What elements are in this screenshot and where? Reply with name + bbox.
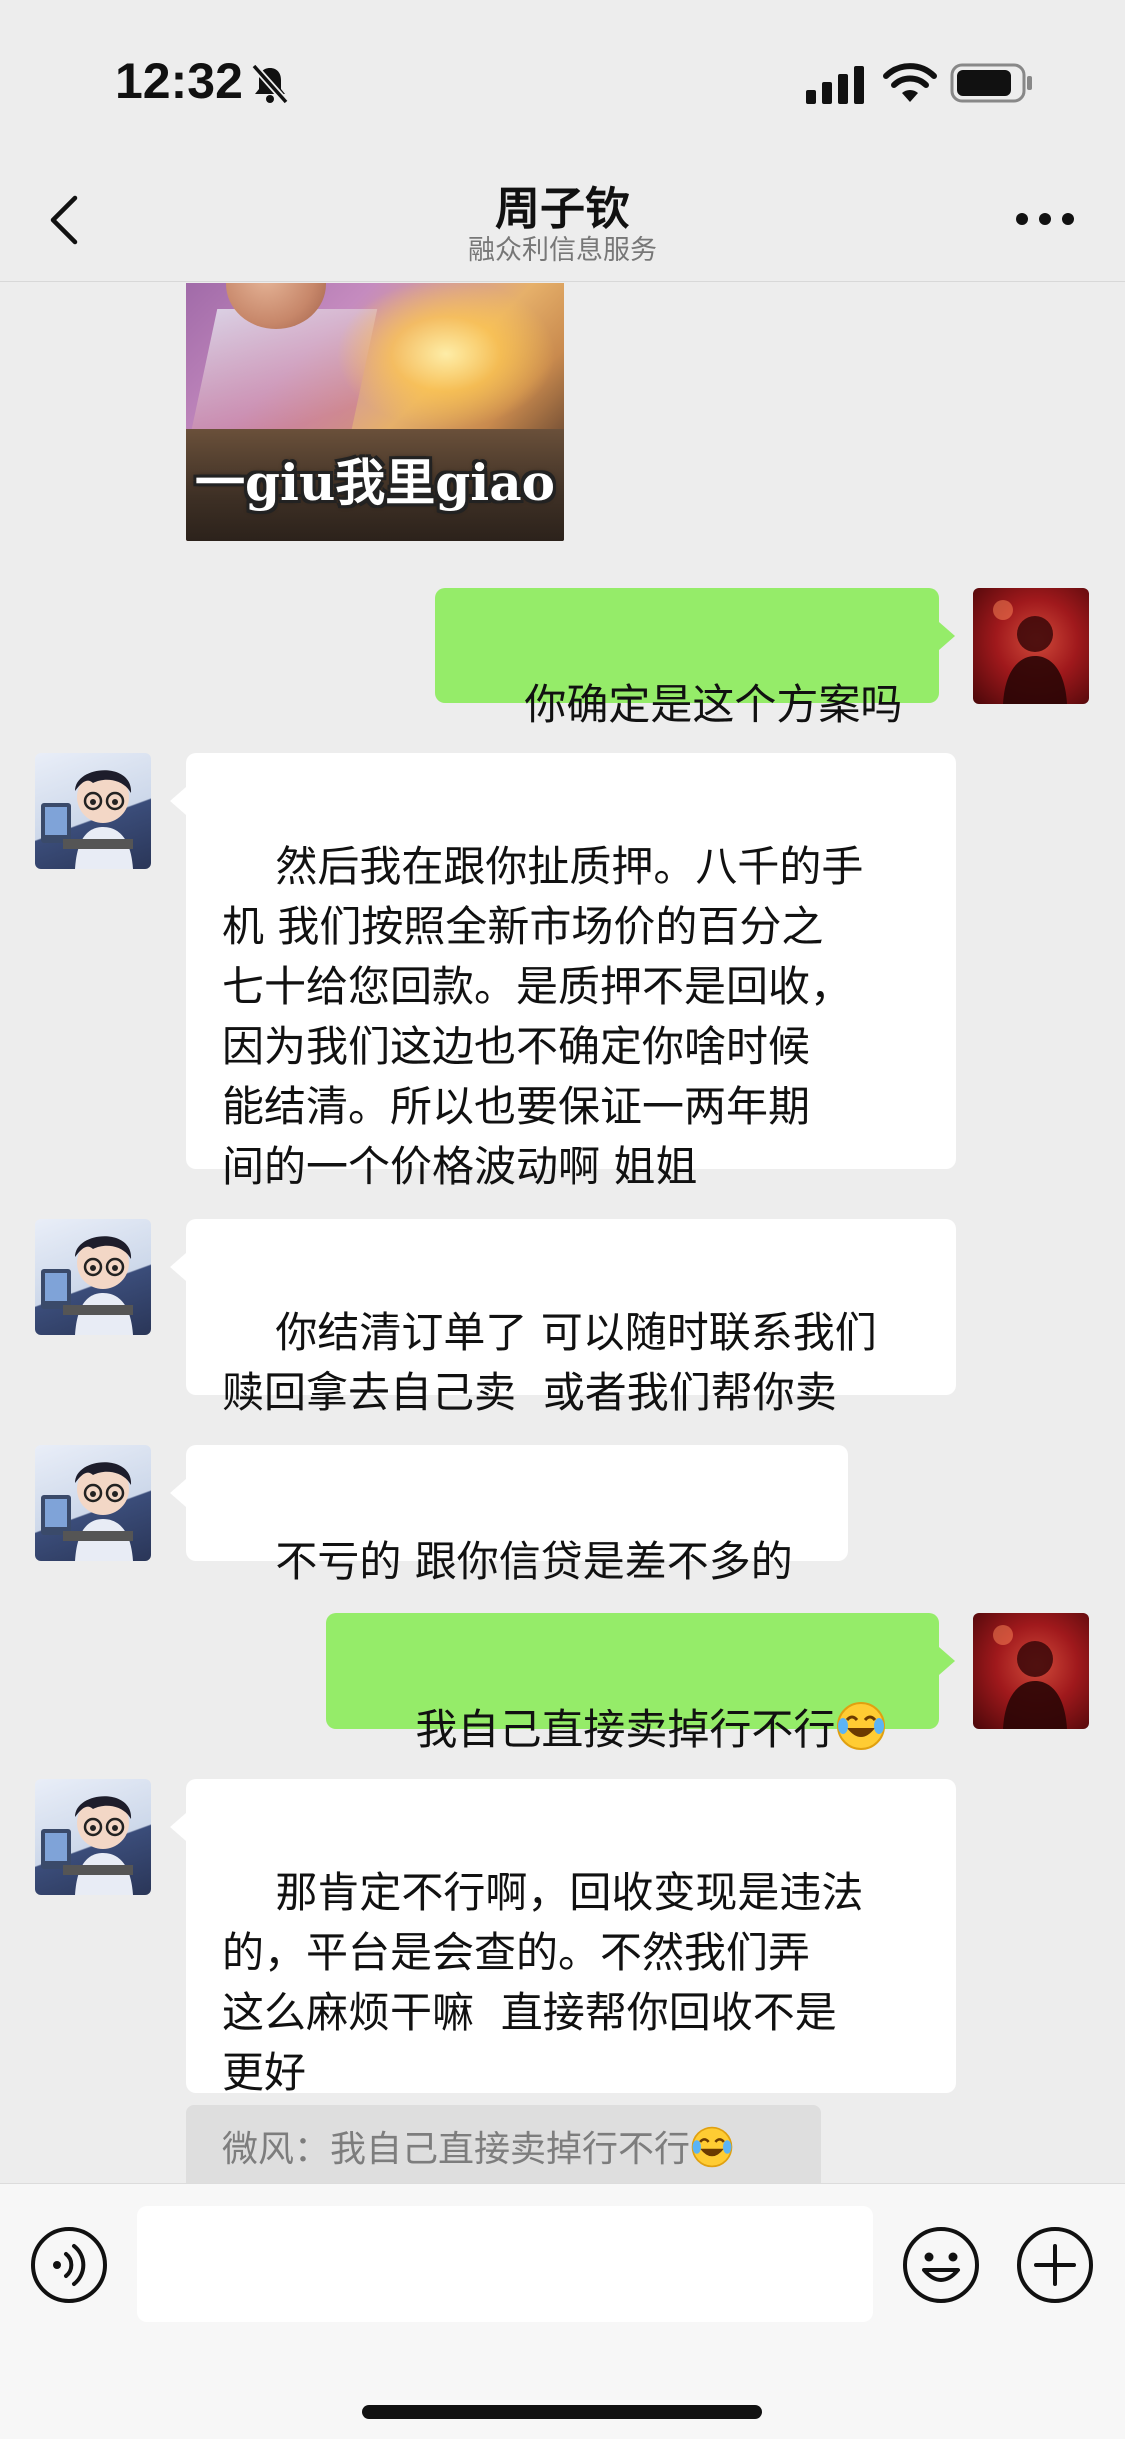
- message-bubble-incoming[interactable]: 那肯定不行啊，回收变现是违法 的，平台是会查的。不然我们弄 这么麻烦干嘛 直接帮…: [170, 1779, 956, 2097]
- avatar-contact[interactable]: [35, 1445, 151, 1561]
- avatar-me[interactable]: [973, 1613, 1089, 1729]
- avatar-contact[interactable]: [35, 1219, 151, 1335]
- user-photo-icon: [993, 600, 1067, 704]
- contact-cartoon-avatar-icon: [41, 1236, 133, 1335]
- sticker-caption: 一giu我里giao: [194, 453, 555, 512]
- user-photo-icon: [993, 1625, 1067, 1729]
- contact-cartoon-avatar-icon: [41, 1796, 133, 1895]
- message-text: 那肯定不行啊，回收变现是违法 的，平台是会查的。不然我们弄 这么麻烦干嘛 直接帮…: [222, 1868, 864, 2097]
- home-indicator[interactable]: [362, 2405, 762, 2419]
- avatar-contact[interactable]: [35, 753, 151, 869]
- avatar-me[interactable]: [973, 588, 1089, 704]
- cellular-signal-icon: [806, 66, 864, 104]
- chat-header: 周子钦 融众利信息服务: [0, 160, 1125, 282]
- status-time: 12:32: [115, 53, 243, 109]
- message-text: 你确定是这个方案吗: [524, 680, 903, 729]
- laugh-cry-emoji-icon: [837, 1702, 886, 1750]
- sticker-image[interactable]: 一giu我里giao: [186, 283, 564, 541]
- contact-cartoon-avatar-icon: [41, 770, 133, 869]
- emoji-picker-icon[interactable]: [902, 2226, 980, 2304]
- message-text: 不亏的 跟你信贷是差不多的: [275, 1537, 793, 1586]
- battery-icon: [950, 63, 1032, 103]
- message-list[interactable]: 一giu我里giao 你确定是这个方案吗 然后我在跟你扯质押。八千的手 机 我们…: [0, 283, 1125, 2183]
- more-button[interactable]: [1010, 194, 1080, 244]
- laugh-cry-emoji-icon: [691, 2126, 733, 2168]
- status-bar: 12:32: [0, 0, 1125, 160]
- more-dots-icon: [1016, 213, 1074, 225]
- message-bubble-outgoing[interactable]: 我自己直接卖掉行不行: [326, 1613, 955, 1754]
- message-bubble-outgoing[interactable]: 你确定是这个方案吗: [435, 588, 955, 729]
- plus-icon[interactable]: [1016, 2226, 1094, 2304]
- message-bubble-incoming[interactable]: 你结清订单了 可以随时联系我们 赎回拿去自己卖 或者我们帮你卖: [170, 1219, 956, 1417]
- bell-off-icon: [251, 63, 289, 105]
- message-text: 你结清订单了 可以随时联系我们 赎回拿去自己卖 或者我们帮你卖: [222, 1308, 877, 1417]
- message-text: 然后我在跟你扯质押。八千的手 机 我们按照全新市场价的百分之 七十给您回款。是质…: [222, 842, 864, 1191]
- input-bar: [0, 2183, 1125, 2439]
- message-input[interactable]: [137, 2206, 873, 2322]
- message-text: 我自己直接卖掉行不行: [415, 1705, 836, 1754]
- message-bubble-incoming[interactable]: 然后我在跟你扯质押。八千的手 机 我们按照全新市场价的百分之 七十给您回款。是质…: [170, 753, 956, 1191]
- contact-cartoon-avatar-icon: [41, 1462, 133, 1561]
- quoted-message-text: 微风：我自己直接卖掉行不行: [222, 2129, 691, 2170]
- avatar-contact[interactable]: [35, 1779, 151, 1895]
- voice-input-icon[interactable]: [30, 2226, 108, 2304]
- quoted-message[interactable]: 微风：我自己直接卖掉行不行: [186, 2105, 821, 2183]
- chat-subtitle: 融众利信息服务: [468, 235, 657, 266]
- wifi-icon: [883, 63, 937, 102]
- message-bubble-incoming[interactable]: 不亏的 跟你信贷是差不多的: [170, 1445, 848, 1586]
